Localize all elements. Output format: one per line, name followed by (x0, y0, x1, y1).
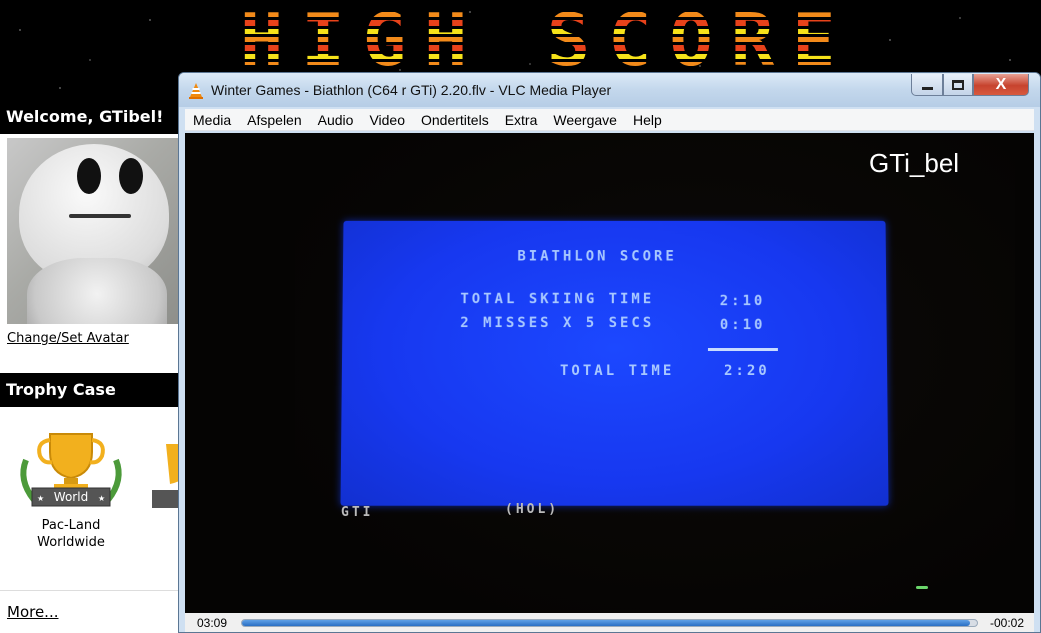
divider (0, 590, 178, 591)
power-led (916, 586, 928, 589)
skiing-time-value: 2:10 (719, 293, 766, 310)
trophy-icon[interactable] (150, 440, 178, 510)
elapsed-time: 03:09 (196, 616, 228, 630)
seek-bar[interactable] (241, 619, 978, 627)
close-button[interactable]: X (973, 74, 1029, 96)
vlc-cone-icon (189, 83, 203, 99)
trophy-case-heading: Trophy Case (0, 373, 178, 407)
remaining-time[interactable]: -00:02 (980, 616, 1034, 630)
total-time-value: 2:20 (724, 362, 770, 380)
c64-screen: BIATHLON SCORE TOTAL SKIING TIME 2:10 2 … (340, 220, 889, 506)
trophy-caption: Pac-Land Worldwide (12, 517, 130, 551)
menu-afspelen[interactable]: Afspelen (239, 112, 309, 128)
menu-bar: Media Afspelen Audio Video Ondertitels E… (185, 109, 1034, 131)
menu-weergave[interactable]: Weergave (545, 112, 625, 128)
title-bar[interactable]: Winter Games - Biathlon (C64 r GTi) 2.20… (179, 73, 1040, 107)
misses-label: 2 MISSES X 5 SECS (460, 315, 655, 332)
avatar (7, 138, 178, 324)
window-title: Winter Games - Biathlon (C64 r GTi) 2.20… (211, 82, 612, 98)
minimize-icon (921, 87, 933, 90)
menu-video[interactable]: Video (361, 112, 413, 128)
more-link[interactable]: More... (7, 603, 59, 621)
playback-controls: 03:09 -00:02 (185, 613, 1034, 632)
country-tag: (HOL) (505, 502, 560, 517)
menu-audio[interactable]: Audio (310, 112, 362, 128)
player-tag: GTI (341, 505, 374, 520)
svg-text:★: ★ (98, 494, 105, 503)
sidebar: Welcome, GTibel! Change/Set Avatar Troph… (0, 100, 178, 633)
trophy-caption-line2: Worldwide (37, 535, 105, 550)
svg-text:★: ★ (37, 494, 44, 503)
video-watermark: GTi_bel (869, 148, 960, 178)
sum-rule (707, 348, 778, 352)
menu-ondertitels[interactable]: Ondertitels (413, 112, 497, 128)
seek-progress (242, 620, 970, 626)
trophy-badge-text: World (54, 490, 88, 504)
maximize-icon (952, 79, 964, 90)
maximize-button[interactable] (943, 74, 973, 96)
high-score-logo: HIGH SCORE (240, 4, 880, 76)
video-area[interactable]: GTi_bel BIATHLON SCORE TOTAL SKIING TIME… (185, 133, 1034, 613)
vlc-window: Winter Games - Biathlon (C64 r GTi) 2.20… (178, 72, 1041, 633)
minimize-button[interactable] (911, 74, 943, 96)
menu-media[interactable]: Media (185, 112, 239, 128)
misses-value: 0:10 (719, 317, 766, 334)
change-avatar-link[interactable]: Change/Set Avatar (7, 331, 129, 346)
skiing-time-label: TOTAL SKIING TIME (460, 291, 655, 308)
welcome-heading: Welcome, GTibel! (0, 100, 178, 134)
menu-extra[interactable]: Extra (497, 112, 546, 128)
menu-help[interactable]: Help (625, 112, 670, 128)
score-title: BIATHLON SCORE (517, 248, 677, 265)
trophy-caption-line1: Pac-Land (41, 518, 101, 533)
total-time-label: TOTAL TIME (559, 362, 675, 380)
trophy-icon[interactable]: ★ ★ World (12, 430, 130, 516)
